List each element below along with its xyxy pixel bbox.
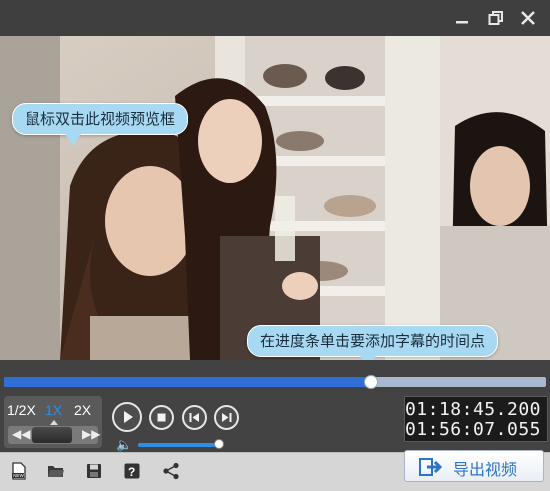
progress-bar[interactable] (4, 375, 546, 389)
open-folder-icon[interactable] (47, 462, 65, 480)
rewind-icon[interactable]: ◀◀ (12, 427, 30, 441)
preview-tooltip: 鼠标双击此视频预览框 (12, 103, 189, 146)
minimize-icon[interactable] (452, 8, 472, 28)
svg-text:?: ? (128, 465, 135, 479)
preview-tooltip-text: 鼠标双击此视频预览框 (25, 110, 176, 128)
progress-handle[interactable] (363, 375, 378, 389)
play-icon[interactable] (112, 402, 142, 432)
restore-icon[interactable] (486, 8, 506, 28)
progress-tooltip: 在进度条单击要添加字幕的时间点 (247, 325, 499, 360)
video-frame (0, 36, 550, 360)
speed-half[interactable]: 1/2X (7, 402, 36, 418)
volume-handle[interactable] (213, 439, 224, 449)
prev-frame-icon[interactable] (182, 405, 207, 430)
speed-indicator-icon (50, 420, 58, 425)
new-file-icon[interactable]: NEW (10, 462, 28, 480)
jog-slider[interactable]: ◀◀ ▶▶ (8, 426, 100, 444)
speaker-icon[interactable]: 🔈 (116, 437, 132, 453)
export-label: 导出视频 (453, 460, 518, 479)
speed-double[interactable]: 2X (74, 402, 91, 418)
progress-fill (4, 377, 370, 387)
stop-icon[interactable] (149, 405, 174, 430)
export-icon (419, 458, 443, 476)
help-icon[interactable]: ? (123, 462, 141, 480)
export-video-button[interactable]: 导出视频 (404, 450, 544, 482)
current-time: 01:18:45.200 (404, 399, 541, 420)
tooltip-pointer (65, 134, 81, 146)
speed-normal[interactable]: 1X (45, 402, 62, 418)
video-preview[interactable]: 鼠标双击此视频预览框 在进度条单击要添加字幕的时间点 (0, 36, 550, 360)
share-icon[interactable] (162, 462, 180, 480)
progress-tooltip-text: 在进度条单击要添加字幕的时间点 (260, 332, 486, 350)
fast-forward-icon[interactable]: ▶▶ (82, 427, 100, 441)
title-bar (0, 0, 550, 36)
volume-fill (138, 443, 219, 447)
jog-grip[interactable] (32, 427, 72, 443)
volume-slider[interactable] (138, 439, 224, 449)
svg-text:NEW: NEW (13, 473, 24, 478)
timecode-display: 01:18:45.200 01:56:07.055 (404, 396, 548, 442)
next-frame-icon[interactable] (214, 405, 239, 430)
close-icon[interactable] (518, 8, 538, 28)
save-icon[interactable] (85, 462, 103, 480)
total-time: 01:56:07.055 (404, 419, 541, 440)
